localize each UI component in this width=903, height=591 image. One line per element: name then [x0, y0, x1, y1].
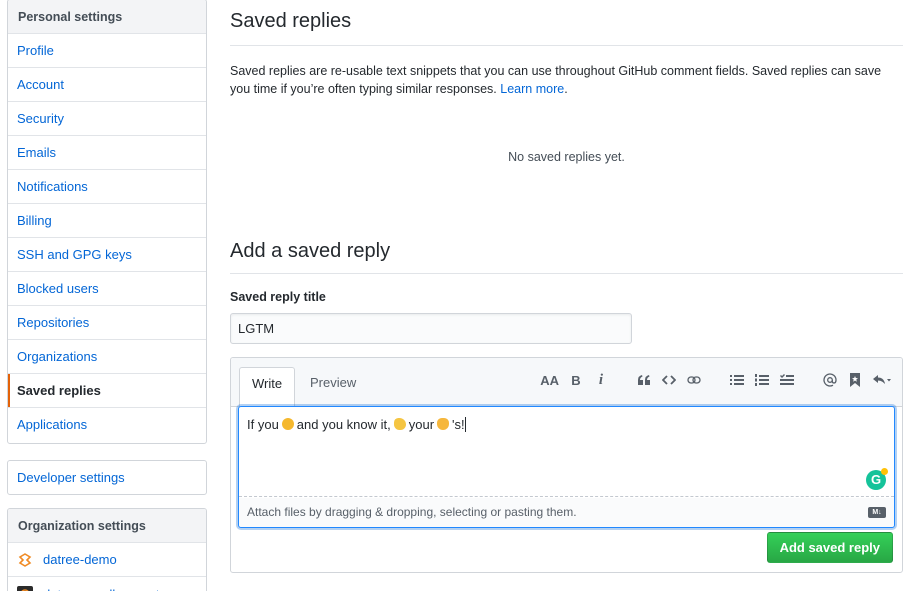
sidebar-item-notifications[interactable]: Notifications — [8, 170, 206, 204]
body-text-1: If you — [247, 417, 279, 432]
add-saved-reply-button[interactable]: Add saved reply — [766, 532, 893, 563]
developer-settings-menu: Developer settings — [7, 460, 207, 495]
sidebar-item-org-datree-demo[interactable]: datree-demo — [8, 543, 206, 577]
comment-textarea[interactable]: If you and you know it, your 's! — [239, 407, 894, 497]
sidebar-item-applications[interactable]: Applications — [8, 408, 206, 442]
link-icon[interactable] — [686, 370, 702, 390]
text-cursor — [464, 417, 466, 432]
page-description: Saved replies are re-usable text snippet… — [230, 62, 903, 98]
reply-arrow-dropdown-icon[interactable] — [872, 370, 892, 390]
tab-preview[interactable]: Preview — [298, 367, 368, 408]
clap-emoji-icon — [393, 418, 406, 430]
smile-emoji-icon — [281, 418, 294, 430]
sidebar-item-developer-settings[interactable]: Developer settings — [8, 461, 206, 494]
tab-write[interactable]: Write — [239, 367, 296, 408]
sidebar-item-emails[interactable]: Emails — [8, 136, 206, 170]
saved-reply-bookmark-icon[interactable] — [847, 370, 863, 390]
hand-emoji-icon — [437, 418, 450, 430]
saved-reply-title-input[interactable]: LGTM — [230, 313, 632, 344]
sidebar-item-billing[interactable]: Billing — [8, 204, 206, 238]
body-text-4: 's! — [452, 417, 465, 432]
bold-button[interactable]: B — [568, 370, 584, 390]
sidebar-item-saved-replies[interactable]: Saved replies — [8, 374, 206, 408]
personal-settings-menu: Personal settings Profile Account Securi… — [7, 0, 207, 444]
org-avatar-icon — [17, 586, 33, 591]
editor-header: Write Preview AA B i — [231, 358, 902, 408]
task-list-icon[interactable] — [779, 370, 795, 390]
add-title-divider — [230, 273, 903, 274]
sidebar-item-organizations[interactable]: Organizations — [8, 340, 206, 374]
unordered-list-icon[interactable] — [729, 370, 745, 390]
description-period: . — [564, 82, 568, 96]
markdown-toolbar: AA B i — [531, 370, 892, 390]
sidebar-item-profile[interactable]: Profile — [8, 34, 206, 68]
learn-more-link[interactable]: Learn more — [500, 82, 564, 96]
quote-icon[interactable] — [636, 370, 652, 390]
org-label: datree-sandbox-vert — [43, 578, 159, 591]
org-label: datree-demo — [43, 552, 117, 567]
sidebar-item-blocked-users[interactable]: Blocked users — [8, 272, 206, 306]
header-text-button[interactable]: AA — [540, 370, 559, 390]
code-icon[interactable] — [661, 370, 677, 390]
grammarly-icon[interactable]: G — [866, 468, 888, 490]
sidebar-item-repositories[interactable]: Repositories — [8, 306, 206, 340]
comment-body-field[interactable]: If you and you know it, your 's! G Attach f… — [238, 406, 895, 528]
body-text-3: your — [408, 417, 435, 432]
sidebar-item-ssh-gpg-keys[interactable]: SSH and GPG keys — [8, 238, 206, 272]
sidebar-item-account[interactable]: Account — [8, 68, 206, 102]
markdown-icon[interactable]: M↓ — [868, 507, 886, 518]
add-saved-reply-title: Add a saved reply — [230, 240, 391, 262]
ordered-list-icon[interactable] — [754, 370, 770, 390]
sidebar-item-org-datree-sandbox[interactable]: datree-sandbox-vert — [8, 577, 206, 591]
sidebar-item-security[interactable]: Security — [8, 102, 206, 136]
attach-files-text: Attach files by dragging & dropping, sel… — [247, 505, 577, 519]
body-text-2: and you know it, — [296, 417, 391, 432]
saved-reply-title-label: Saved reply title — [230, 290, 326, 304]
italic-button[interactable]: i — [593, 370, 609, 390]
page-title: Saved replies — [230, 10, 352, 32]
empty-state-text: No saved replies yet. — [508, 150, 625, 164]
personal-settings-heading: Personal settings — [8, 0, 206, 34]
comment-editor: Write Preview AA B i If you and you know… — [230, 357, 903, 573]
organization-settings-menu: Organization settings datree-demo datree… — [7, 508, 207, 591]
mention-icon[interactable] — [822, 370, 838, 390]
attach-files-bar[interactable]: Attach files by dragging & dropping, sel… — [239, 498, 894, 527]
datree-logo-icon — [17, 552, 33, 568]
title-divider — [230, 45, 903, 46]
organization-settings-heading: Organization settings — [8, 509, 206, 543]
